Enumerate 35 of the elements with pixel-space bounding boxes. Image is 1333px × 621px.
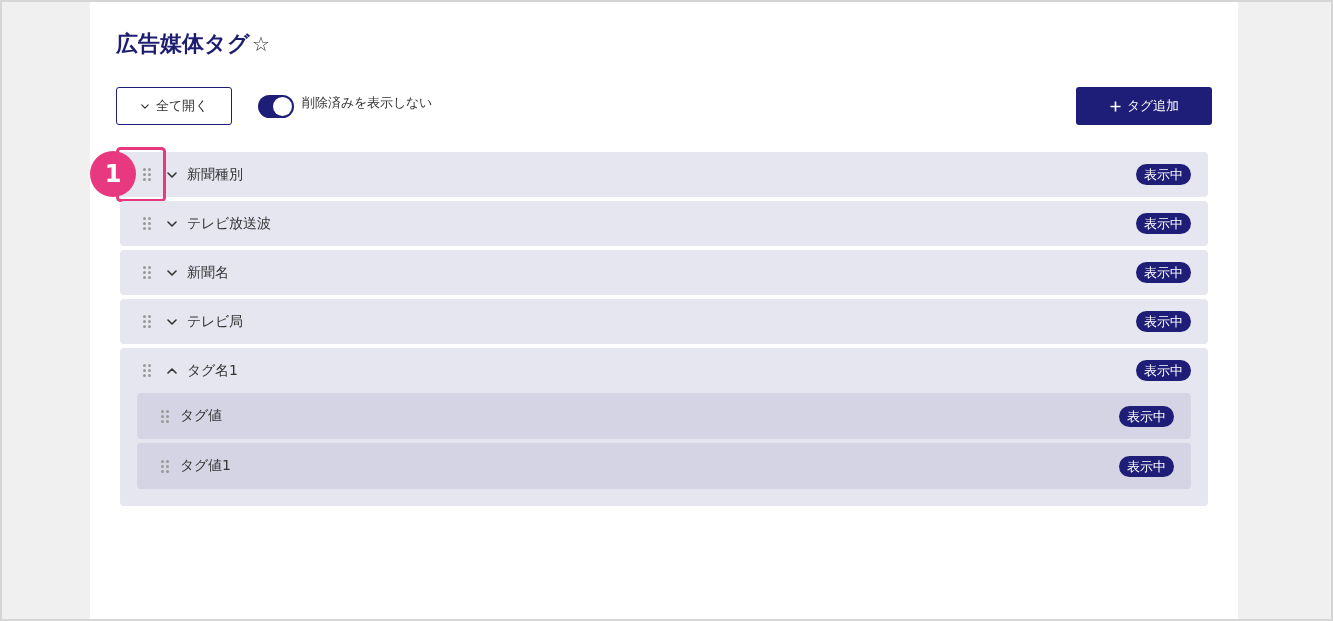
status-badge: 表示中 [1136, 311, 1191, 332]
drag-handle-icon[interactable] [161, 459, 169, 473]
tag-name: テレビ局 [187, 312, 243, 331]
chevron-up-icon[interactable] [167, 367, 177, 374]
drag-handle-icon[interactable] [143, 217, 151, 230]
chevron-down-icon[interactable] [167, 171, 177, 178]
plus-icon [1109, 100, 1121, 112]
drag-handle-icon[interactable] [143, 266, 151, 279]
add-tag-button[interactable]: タグ追加 [1076, 87, 1212, 125]
status-badge: 表示中 [1136, 262, 1191, 283]
drag-handle-icon[interactable] [143, 364, 151, 377]
toggle-switch[interactable] [258, 94, 294, 118]
page-title: 広告媒体タグ [116, 30, 250, 58]
status-badge: 表示中 [1136, 164, 1191, 185]
drag-handle-icon[interactable] [143, 315, 151, 328]
drag-handle-icon[interactable] [143, 168, 151, 181]
tag-name: タグ名1 [187, 361, 238, 380]
chevron-down-icon[interactable] [167, 220, 177, 227]
tag-name: テレビ放送波 [187, 214, 271, 233]
callout-number: 1 [90, 151, 136, 197]
status-badge: 表示中 [1136, 360, 1191, 381]
chevron-down-icon[interactable] [167, 269, 177, 276]
tag-value-name: タグ値1 [180, 457, 231, 475]
toggle-label: 削除済みを表示しない [302, 94, 432, 112]
chevron-down-icon[interactable] [167, 318, 177, 325]
tag-value-name: タグ値 [180, 407, 222, 425]
expand-all-button[interactable]: 全て開く [116, 87, 232, 125]
status-badge: 表示中 [1119, 405, 1174, 427]
status-badge: 表示中 [1136, 213, 1191, 234]
drag-handle-icon[interactable] [161, 409, 169, 423]
favorite-star[interactable]: ☆ [252, 28, 270, 60]
tag-name: 新聞種別 [187, 165, 243, 184]
status-badge: 表示中 [1119, 455, 1174, 477]
tag-name: 新聞名 [187, 263, 229, 282]
chevron-down-icon [140, 103, 149, 109]
